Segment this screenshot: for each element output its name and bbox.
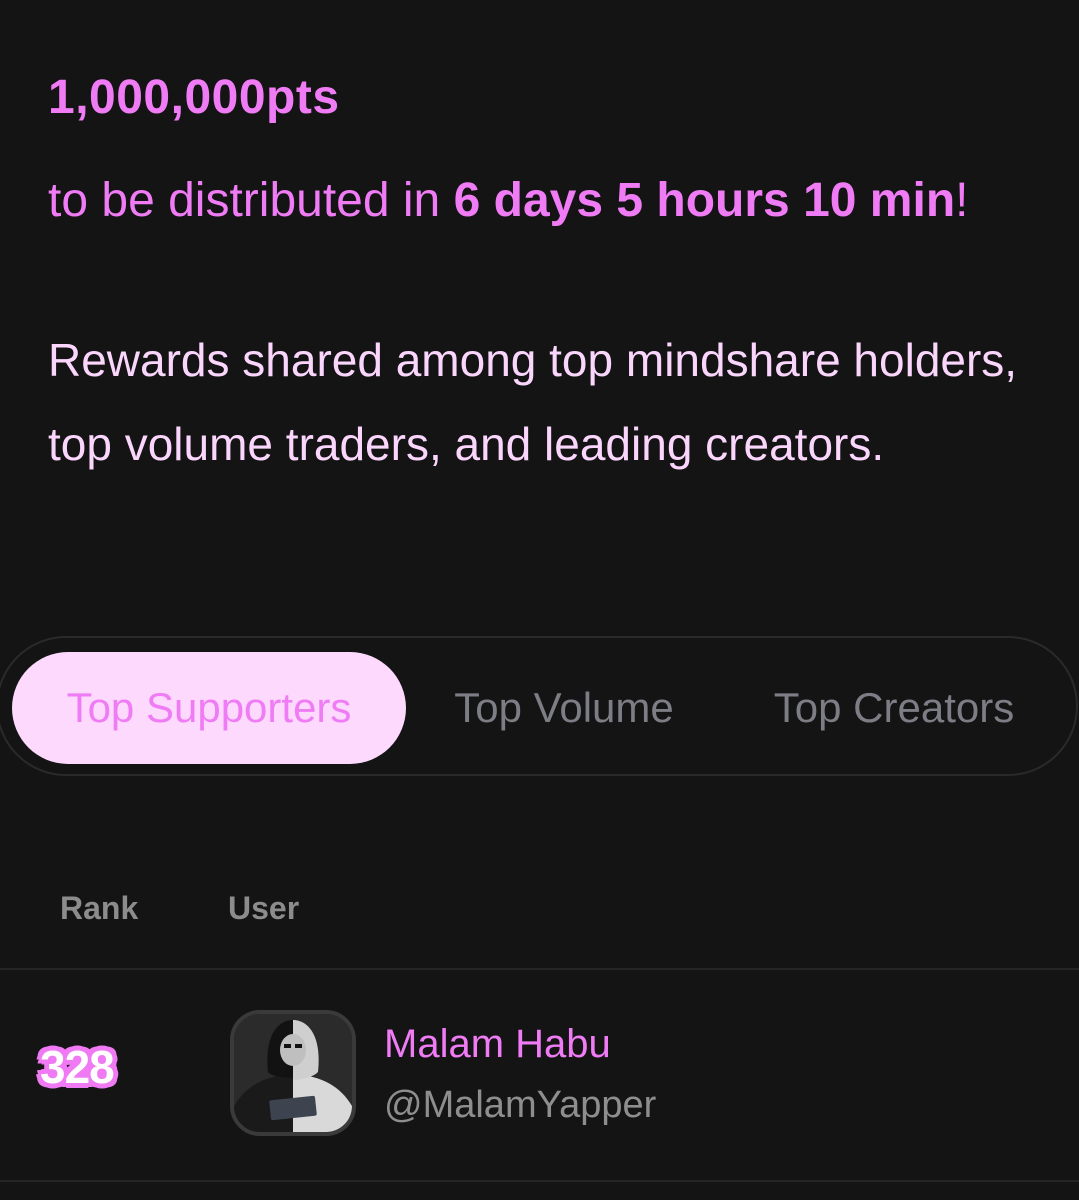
countdown-timer: 6 days 5 hours 10 min [453, 174, 956, 227]
distribution-text: to be distributed in 6 days 5 hours 10 m… [48, 158, 1038, 244]
column-header-user: User [228, 890, 300, 926]
rank-badge: 328 [40, 1041, 115, 1093]
user-handle: @MalamYapper [384, 1084, 657, 1126]
reward-amount: 1,000,000pts [48, 71, 340, 124]
column-header-rank: Rank [60, 890, 139, 926]
tab-top-volume[interactable]: Top Volume [436, 652, 692, 764]
table-divider [0, 968, 1079, 970]
reward-description: Rewards shared among top mindshare holde… [48, 334, 1018, 470]
distribution-suffix: ! [955, 174, 969, 227]
tab-top-supporters[interactable]: Top Supporters [12, 652, 406, 764]
user-display-name[interactable]: Malam Habu [384, 1022, 611, 1067]
table-row-divider [0, 1180, 1079, 1182]
hooded-figure-avatar-icon[interactable] [230, 1010, 356, 1136]
tab-top-creators[interactable]: Top Creators [753, 652, 1035, 764]
leaderboard-tabs: Top Supporters Top Volume Top Creators [0, 636, 1078, 776]
distribution-prefix: to be distributed in [48, 174, 454, 227]
